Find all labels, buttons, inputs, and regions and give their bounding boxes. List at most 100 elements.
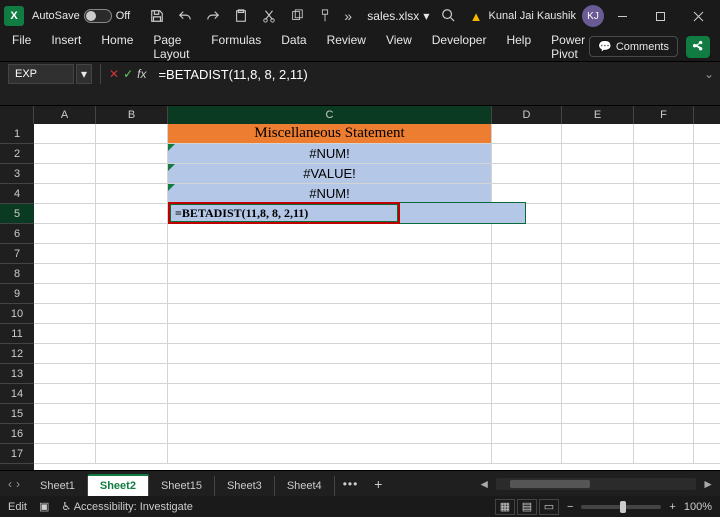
ribbon-tabs: File Insert Home Page Layout Formulas Da… xyxy=(10,29,589,65)
ribbon-tab-formulas[interactable]: Formulas xyxy=(209,29,263,65)
ribbon-tab-powerpivot[interactable]: Power Pivot xyxy=(549,29,589,65)
formula-input[interactable]: =BETADIST(11,8, 8, 2,11) xyxy=(152,64,702,98)
row-header-9[interactable]: 9 xyxy=(0,284,34,304)
cancel-formula-icon[interactable]: ✕ xyxy=(109,67,119,81)
autosave-state: Off xyxy=(116,10,130,22)
sheet-prev-icon[interactable]: ‹ xyxy=(8,477,12,491)
ribbon-tab-developer[interactable]: Developer xyxy=(430,29,489,65)
sheet-tab-sheet2[interactable]: Sheet2 xyxy=(88,474,149,496)
close-button[interactable] xyxy=(680,2,716,30)
col-header-c[interactable]: C xyxy=(168,106,492,124)
sheet-next-icon[interactable]: › xyxy=(16,477,20,491)
expand-formula-icon[interactable]: ⌄ xyxy=(702,64,716,81)
name-box-group: EXP ▾ xyxy=(8,64,92,84)
cut-icon[interactable] xyxy=(260,7,278,25)
zoom-thumb[interactable] xyxy=(620,501,626,513)
col-header-b[interactable]: B xyxy=(96,106,168,124)
row-header-12[interactable]: 12 xyxy=(0,344,34,364)
share-button[interactable] xyxy=(686,36,710,58)
maximize-button[interactable] xyxy=(642,2,678,30)
zoom-level[interactable]: 100% xyxy=(684,501,712,513)
format-painter-icon[interactable] xyxy=(316,7,334,25)
save-icon[interactable] xyxy=(148,7,166,25)
undo-icon[interactable] xyxy=(176,7,194,25)
ribbon-tab-view[interactable]: View xyxy=(384,29,414,65)
col-header-f[interactable]: F xyxy=(634,106,694,124)
title-bar: X AutoSave Off » sales.xlsx ▾ ▲ Kunal Ja… xyxy=(0,0,720,32)
zoom-out-icon[interactable]: − xyxy=(567,501,573,513)
zoom-in-icon[interactable]: + xyxy=(669,501,675,513)
macro-record-icon[interactable]: ▣ xyxy=(39,500,49,513)
minimize-button[interactable] xyxy=(604,2,640,30)
scroll-left-icon[interactable]: ◄ xyxy=(478,477,490,491)
col-header-e[interactable]: E xyxy=(562,106,634,124)
view-normal-icon[interactable]: ▦ xyxy=(495,499,515,515)
cell-c5-editing[interactable]: =BETADIST(11,8, 8, 2,11) xyxy=(170,204,398,222)
accessibility-status[interactable]: ♿︎ Accessibility: Investigate xyxy=(61,500,193,513)
cell-c1[interactable]: Miscellaneous Statement xyxy=(168,124,492,143)
row-header-17[interactable]: 17 xyxy=(0,444,34,464)
horizontal-scroll[interactable]: ◄ ► xyxy=(390,477,720,491)
autosave-toggle[interactable]: AutoSave Off xyxy=(32,9,130,23)
cells[interactable]: Miscellaneous Statement #NUM! #VALUE! #N… xyxy=(34,124,720,470)
sheet-tab-sheet15[interactable]: Sheet15 xyxy=(149,476,215,496)
new-sheet-button[interactable]: + xyxy=(366,476,390,492)
cell-c4[interactable]: #NUM! xyxy=(168,184,492,203)
row-header-8[interactable]: 8 xyxy=(0,264,34,284)
user-account[interactable]: ▲ Kunal Jai Kaushik KJ xyxy=(470,5,604,27)
warning-icon: ▲ xyxy=(470,9,483,24)
select-all-triangle[interactable] xyxy=(0,106,34,124)
qat-overflow-icon[interactable]: » xyxy=(344,8,353,24)
toggle-track xyxy=(84,9,112,23)
search-icon[interactable] xyxy=(441,8,455,25)
ribbon-tab-insert[interactable]: Insert xyxy=(49,29,83,65)
view-buttons: ▦ ▤ ▭ xyxy=(495,499,559,515)
ribbon-right: 💬 Comments xyxy=(589,36,710,58)
ribbon-tab-home[interactable]: Home xyxy=(99,29,135,65)
cell-c3[interactable]: #VALUE! xyxy=(168,164,492,183)
row-header-10[interactable]: 10 xyxy=(0,304,34,324)
row-header-7[interactable]: 7 xyxy=(0,244,34,264)
copy-icon[interactable] xyxy=(288,7,306,25)
ribbon-tab-help[interactable]: Help xyxy=(504,29,533,65)
accept-formula-icon[interactable]: ✓ xyxy=(123,67,133,81)
redo-icon[interactable] xyxy=(204,7,222,25)
comments-button[interactable]: 💬 Comments xyxy=(589,36,678,57)
hscroll-track[interactable] xyxy=(496,478,696,490)
row-header-1[interactable]: 1 xyxy=(0,124,34,144)
error-indicator-icon xyxy=(168,164,175,171)
highlight-box: =BETADIST(11,8, 8, 2,11) xyxy=(168,202,400,224)
error-indicator-icon xyxy=(168,144,175,151)
row-header-13[interactable]: 13 xyxy=(0,364,34,384)
ribbon-tab-data[interactable]: Data xyxy=(279,29,308,65)
row-header-3[interactable]: 3 xyxy=(0,164,34,184)
clipboard-icon[interactable] xyxy=(232,7,250,25)
sheet-overflow-icon[interactable]: ••• xyxy=(335,477,367,491)
sheet-tab-sheet3[interactable]: Sheet3 xyxy=(215,476,275,496)
fx-icon[interactable]: fx xyxy=(137,67,146,81)
view-pagelayout-icon[interactable]: ▤ xyxy=(517,499,537,515)
name-box[interactable]: EXP xyxy=(8,64,74,84)
filename[interactable]: sales.xlsx ▾ xyxy=(367,9,429,23)
view-pagebreak-icon[interactable]: ▭ xyxy=(539,499,559,515)
ribbon-tab-review[interactable]: Review xyxy=(325,29,368,65)
row-header-6[interactable]: 6 xyxy=(0,224,34,244)
row-header-5[interactable]: 5 xyxy=(0,204,34,224)
zoom-slider[interactable] xyxy=(581,505,661,509)
sheet-tab-sheet4[interactable]: Sheet4 xyxy=(275,476,335,496)
row-header-14[interactable]: 14 xyxy=(0,384,34,404)
row-header-11[interactable]: 11 xyxy=(0,324,34,344)
row-header-16[interactable]: 16 xyxy=(0,424,34,444)
col-header-a[interactable]: A xyxy=(34,106,96,124)
sheet-tab-sheet1[interactable]: Sheet1 xyxy=(28,476,88,496)
row-header-15[interactable]: 15 xyxy=(0,404,34,424)
ribbon-tab-file[interactable]: File xyxy=(10,29,33,65)
name-box-dropdown[interactable]: ▾ xyxy=(76,64,92,84)
row-header-4[interactable]: 4 xyxy=(0,184,34,204)
cell-c2[interactable]: #NUM! xyxy=(168,144,492,163)
col-header-d[interactable]: D xyxy=(492,106,562,124)
row-header-2[interactable]: 2 xyxy=(0,144,34,164)
ribbon-tab-pagelayout[interactable]: Page Layout xyxy=(151,29,193,65)
hscroll-thumb[interactable] xyxy=(510,480,590,488)
scroll-right-icon[interactable]: ► xyxy=(702,477,714,491)
